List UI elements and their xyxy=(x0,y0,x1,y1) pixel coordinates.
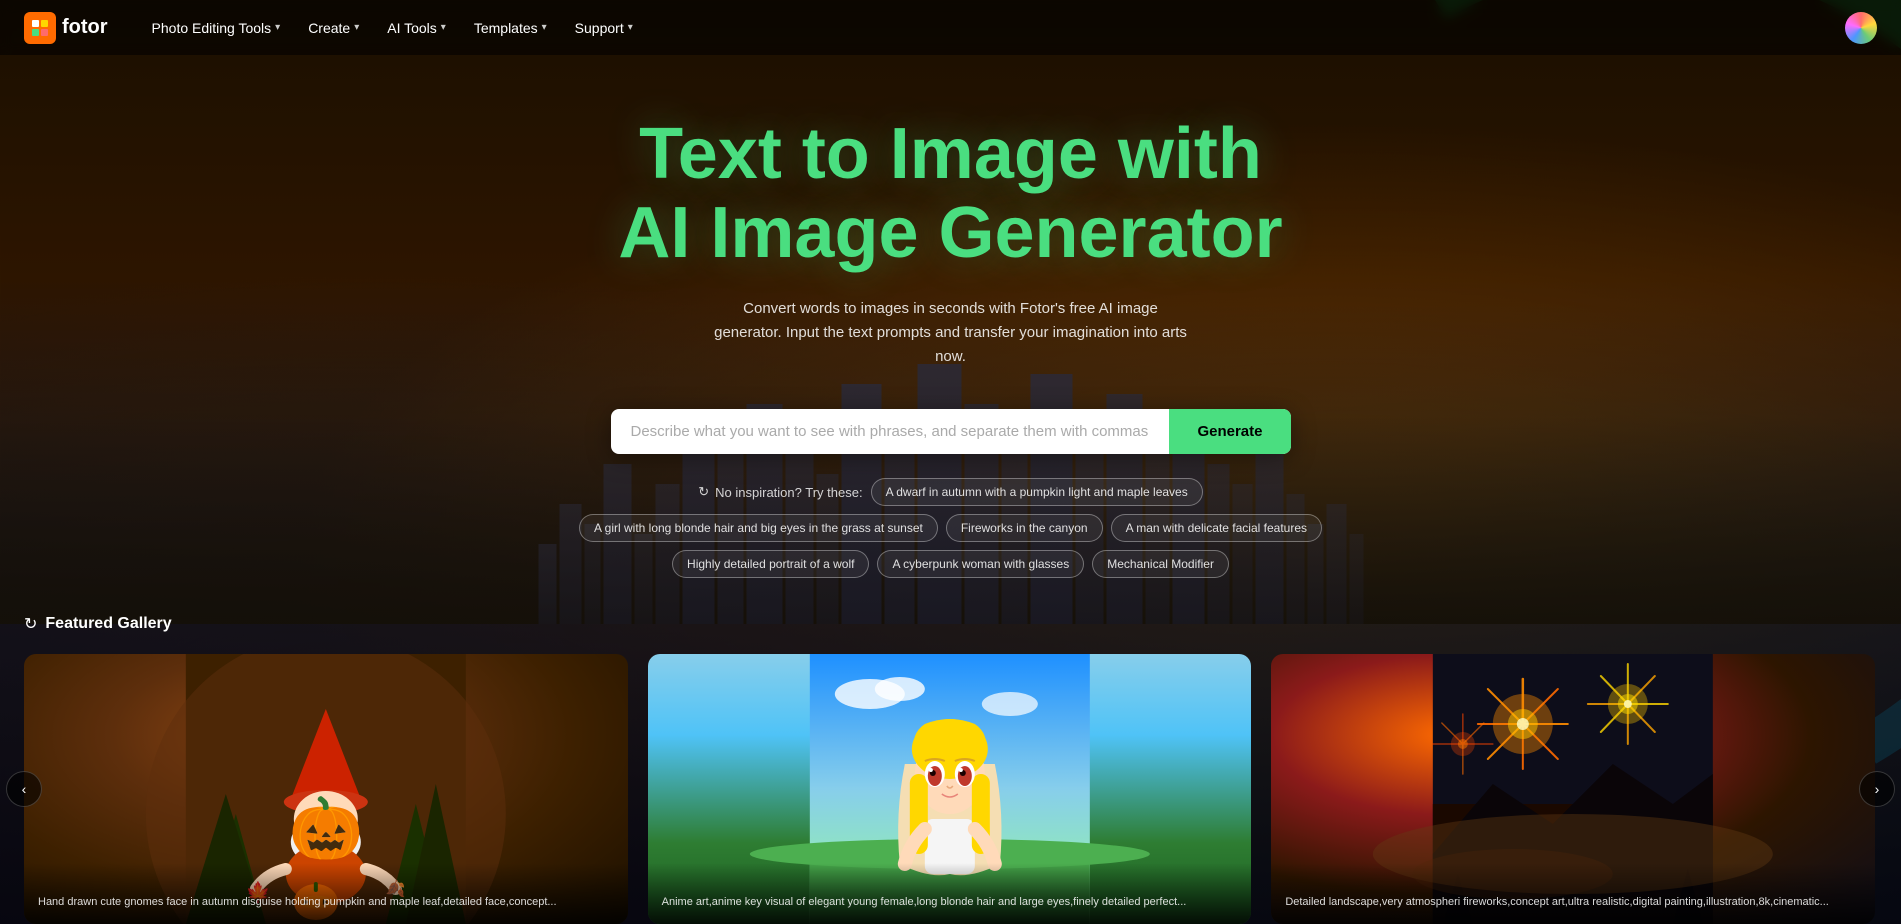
hero-content: Text to Image with AI Image Generator Co… xyxy=(0,55,1901,924)
gallery-card: Detailed landscape,very atmospheri firew… xyxy=(1271,654,1875,924)
card-caption: Hand drawn cute gnomes face in autumn di… xyxy=(24,863,628,924)
avatar[interactable] xyxy=(1845,12,1877,44)
nav-support[interactable]: Support ▾ xyxy=(563,14,645,42)
card-caption: Anime art,anime key visual of elegant yo… xyxy=(648,863,1252,924)
generate-button[interactable]: Generate xyxy=(1169,409,1290,454)
suggestion-label: ↻ No inspiration? Try these: xyxy=(698,484,862,500)
nav-photo-editing[interactable]: Photo Editing Tools ▾ xyxy=(140,14,293,42)
logo[interactable]: fotor xyxy=(24,12,108,44)
suggestion-chip[interactable]: Fireworks in the canyon xyxy=(946,514,1103,542)
nav-templates[interactable]: Templates ▾ xyxy=(462,14,559,42)
logo-text: fotor xyxy=(62,16,108,39)
gallery-section: ↻ Featured Gallery ‹ xyxy=(0,614,1901,924)
gallery-title: Featured Gallery xyxy=(45,615,171,633)
chevron-down-icon: ▾ xyxy=(542,22,547,33)
hero-subtitle: Convert words to images in seconds with … xyxy=(711,297,1191,369)
search-bar: Generate xyxy=(611,409,1291,454)
gallery-icon: ↻ xyxy=(24,614,37,634)
chevron-down-icon: ▾ xyxy=(441,22,446,33)
gallery-carousel: ‹ xyxy=(24,654,1877,924)
suggestion-chip[interactable]: A girl with long blonde hair and big eye… xyxy=(579,514,938,542)
nav-ai-tools[interactable]: AI Tools ▾ xyxy=(375,14,458,42)
logo-icon xyxy=(24,12,56,44)
chevron-down-icon: ▾ xyxy=(275,22,280,33)
suggestion-chip[interactable]: A cyberpunk woman with glasses xyxy=(877,550,1084,578)
gallery-card: 🍁 🍂 Hand drawn cute gnomes face in autum… xyxy=(24,654,628,924)
search-input[interactable] xyxy=(611,409,1170,454)
suggestion-chip[interactable]: A man with delicate facial features xyxy=(1111,514,1322,542)
carousel-next-button[interactable]: › xyxy=(1859,771,1895,807)
nav-right xyxy=(1845,12,1877,44)
nav-links: Photo Editing Tools ▾ Create ▾ AI Tools … xyxy=(140,14,1845,42)
suggestions-row: ↻ No inspiration? Try these: A dwarf in … xyxy=(561,478,1341,578)
card-caption: Detailed landscape,very atmospheri firew… xyxy=(1271,863,1875,924)
gallery-cards: 🍁 🍂 Hand drawn cute gnomes face in autum… xyxy=(24,654,1877,924)
chevron-down-icon: ▾ xyxy=(354,22,359,33)
suggestion-chip[interactable]: Mechanical Modifier xyxy=(1092,550,1229,578)
suggestion-chip[interactable]: A dwarf in autumn with a pumpkin light a… xyxy=(871,478,1203,506)
suggestion-chip[interactable]: Highly detailed portrait of a wolf xyxy=(672,550,869,578)
gallery-header: ↻ Featured Gallery xyxy=(24,614,1877,634)
chevron-down-icon: ▾ xyxy=(628,22,633,33)
hero-title: Text to Image with AI Image Generator xyxy=(618,115,1282,273)
navbar: fotor Photo Editing Tools ▾ Create ▾ AI … xyxy=(0,0,1901,55)
gallery-card: Anime art,anime key visual of elegant yo… xyxy=(648,654,1252,924)
hero-section: Text to Image with AI Image Generator Co… xyxy=(0,0,1901,924)
refresh-icon: ↻ xyxy=(698,484,709,500)
carousel-prev-button[interactable]: ‹ xyxy=(6,771,42,807)
nav-create[interactable]: Create ▾ xyxy=(296,14,371,42)
